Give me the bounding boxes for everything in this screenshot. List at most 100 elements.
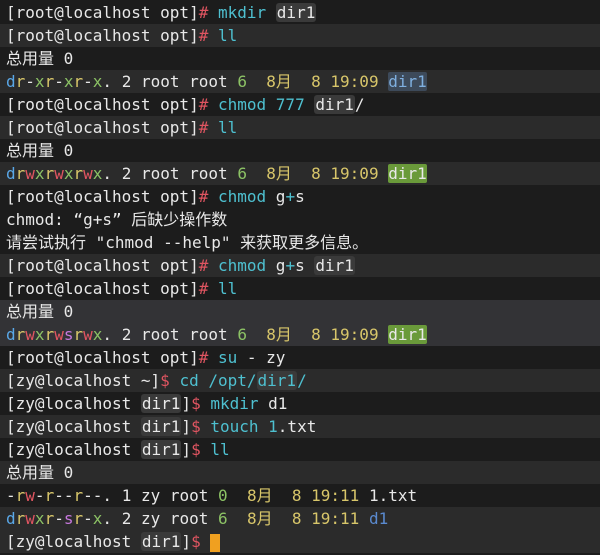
command-arg: 1 [268, 417, 278, 436]
prompt-host: localhost [63, 3, 151, 22]
command-arg: s [295, 187, 305, 206]
prompt-dir: opt [160, 279, 190, 298]
output-text: chmod: “g+s” 后缺少操作数 [6, 210, 228, 229]
prompt-dir: opt [160, 348, 190, 367]
month: 8月 [266, 325, 292, 344]
terminal-line: drwxrwsrwx. 2 root root 6 8月 8 19:09 dir… [0, 323, 600, 346]
terminal-line: 请尝试执行 "chmod --help" 来获取更多信息。 [0, 231, 600, 254]
prompt-dir: dir1 [140, 440, 182, 459]
terminal-line: drwxr-sr-x. 2 zy root 6 8月 8 19:11 d1 [0, 507, 600, 530]
prompt-symbol: $ [191, 532, 201, 551]
prompt-symbol: $ [160, 371, 170, 390]
group: root [189, 72, 228, 91]
output-text: 总用量 0 [6, 141, 74, 160]
permissions: drwxrwsrwx. [6, 325, 113, 344]
output-text: 总用量 0 [6, 302, 74, 321]
prompt-symbol: # [198, 279, 209, 298]
terminal-line: [zy@localhost dir1]$ touch 1.txt [0, 415, 600, 438]
file-size: 6 [237, 325, 247, 344]
prompt-user: root [15, 256, 55, 275]
day: 8 [311, 164, 321, 183]
link-count: 2 [121, 509, 132, 528]
prompt-user: root [15, 118, 55, 137]
prompt-user: zy [15, 440, 35, 459]
group: root [169, 509, 209, 528]
terminal-line: chmod: “g+s” 后缺少操作数 [0, 208, 600, 231]
command-arg2: dir1 [314, 95, 355, 114]
command-arg: + [285, 256, 296, 275]
group: root [189, 325, 228, 344]
terminal-line: dr-xr-xr-x. 2 root root 6 8月 8 19:09 dir… [0, 70, 600, 93]
command-arg: 777 [275, 95, 305, 114]
terminal-line: [root@localhost opt]# ll [0, 116, 600, 139]
prompt-symbol: # [198, 118, 209, 137]
month: 8月 [266, 164, 292, 183]
prompt-dir: opt [160, 256, 190, 275]
command: ll [210, 440, 230, 459]
prompt-symbol: # [198, 3, 209, 22]
prompt-host: localhost [63, 279, 151, 298]
file-name: d1 [368, 509, 389, 528]
month: 8月 [246, 486, 273, 505]
file-name: dir1 [388, 72, 427, 91]
owner: zy [140, 486, 161, 505]
prompt-host: localhost [44, 532, 132, 551]
prompt-host: localhost [63, 348, 151, 367]
terminal-line: [root@localhost opt]# chmod 777 dir1/ [6, 95, 365, 114]
command-arg: - zy [246, 348, 286, 367]
file-size: 6 [237, 164, 247, 183]
group: root [169, 486, 209, 505]
prompt-user: zy [15, 417, 35, 436]
time: 19:11 [311, 509, 360, 528]
time: 19:11 [311, 486, 360, 505]
prompt-host: localhost [63, 95, 151, 114]
output-text: 总用量 0 [6, 49, 74, 68]
terminal-line: [zy@localhost dir1]$ ll [6, 440, 230, 459]
prompt-user: root [15, 95, 55, 114]
prompt-dir: dir1 [140, 394, 182, 413]
owner: root [140, 72, 180, 91]
prompt-host: localhost [44, 440, 132, 459]
terminal-line: [zy@localhost dir1]$ mkdir d1 [6, 394, 288, 413]
terminal-line: drwxrwxrwx. 2 root root 6 8月 8 19:09 dir… [0, 162, 600, 185]
command: mkdir [210, 394, 259, 413]
prompt-dir: opt [160, 95, 190, 114]
prompt-symbol: # [198, 187, 209, 206]
prompt-user: root [15, 279, 55, 298]
prompt-dir: opt [160, 3, 190, 22]
terminal-line: 总用量 0 [0, 47, 600, 70]
file-name: dir1 [388, 164, 427, 183]
output-text: 请尝试执行 "chmod --help" 来获取更多信息。 [6, 233, 369, 252]
command-arg: + [285, 187, 296, 206]
command-arg: g [275, 256, 286, 275]
prompt-symbol: $ [191, 394, 201, 413]
owner: root [140, 164, 180, 183]
prompt-host: localhost [63, 187, 151, 206]
terminal-line: [root@localhost opt]# chmod g+s [6, 187, 305, 206]
command-arg: / [297, 371, 307, 390]
permissions: -rw-r--r--. [6, 486, 113, 505]
output-text: 总用量 0 [6, 463, 74, 482]
cursor[interactable] [210, 533, 221, 552]
command-arg: .txt [277, 417, 317, 436]
owner: root [140, 325, 180, 344]
command: chmod [217, 95, 267, 114]
prompt-user: root [15, 348, 55, 367]
group: root [189, 164, 228, 183]
command: chmod [217, 256, 267, 275]
prompt-symbol: # [198, 26, 209, 45]
terminal-window[interactable]: [root@localhost opt]# mkdir dir1 [root@lo… [0, 0, 600, 555]
command-arg: dir1 [275, 3, 317, 22]
day: 8 [311, 72, 321, 91]
file-name: 1.txt [368, 486, 418, 505]
prompt-dir: opt [160, 26, 190, 45]
terminal-line: [zy@localhost dir1]$ [0, 530, 600, 553]
prompt-host: localhost [63, 26, 151, 45]
command: su [217, 348, 238, 367]
prompt-user: zy [15, 394, 35, 413]
terminal-line: 总用量 0 [0, 139, 600, 162]
terminal-line: [root@localhost opt]# ll [0, 24, 600, 47]
owner: zy [140, 509, 161, 528]
command: cd [179, 371, 199, 390]
prompt-symbol: $ [191, 440, 201, 459]
